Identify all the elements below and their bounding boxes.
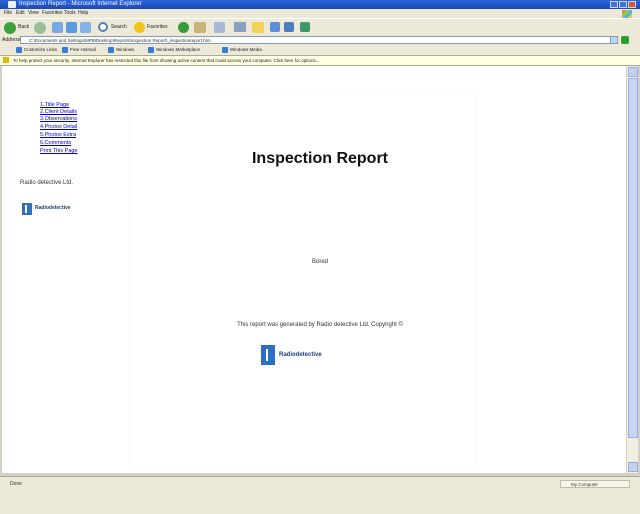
- report-logo: Radiodetective: [261, 345, 341, 367]
- link-icon: [62, 47, 68, 53]
- title-bar: Inspection Report - Microsoft Internet E…: [0, 0, 640, 9]
- scroll-up-arrow-icon[interactable]: [628, 67, 638, 77]
- scrollbar-thumb[interactable]: [628, 78, 638, 438]
- link-icon: [108, 47, 114, 53]
- logo-mark-icon: [261, 345, 275, 365]
- zone-label: My Computer: [571, 482, 599, 487]
- folder-icon[interactable]: [252, 22, 264, 33]
- nav-link-photos-extra[interactable]: 5.Photos Extra: [40, 132, 76, 139]
- edit-icon[interactable]: [270, 22, 280, 32]
- forward-arrow-icon[interactable]: [34, 22, 46, 34]
- standard-toolbar: Back Search Favorites: [0, 18, 640, 36]
- menu-help[interactable]: Help: [78, 9, 88, 18]
- favorites-label[interactable]: Favorites: [147, 21, 168, 34]
- menu-bar: File Edit View Favorites Tools Help: [0, 9, 640, 18]
- menu-tools[interactable]: Tools: [64, 9, 76, 18]
- maximize-button[interactable]: [619, 1, 627, 8]
- nav-link-client-details[interactable]: 2.Client Details: [40, 109, 77, 116]
- research-icon[interactable]: [300, 22, 310, 32]
- mail-icon[interactable]: [214, 22, 225, 33]
- status-bar: Done My Computer: [0, 476, 640, 514]
- link-windows[interactable]: Windows: [116, 45, 134, 55]
- status-text: Done: [10, 481, 22, 487]
- vertical-scrollbar[interactable]: [626, 66, 638, 473]
- link-icon: [16, 47, 22, 53]
- link-media[interactable]: Windows Media: [230, 45, 262, 55]
- print-icon[interactable]: [234, 22, 246, 32]
- link-customize[interactable]: Customize Links: [24, 45, 57, 55]
- shield-warning-icon: [3, 57, 9, 63]
- logo-text: Radiodetective: [35, 205, 71, 211]
- windows-logo-icon: [622, 10, 632, 18]
- information-bar[interactable]: To help protect your security, Internet …: [0, 56, 640, 66]
- link-icon: [148, 47, 154, 53]
- link-icon: [222, 47, 228, 53]
- media-icon[interactable]: [178, 22, 189, 33]
- information-bar-text[interactable]: To help protect your security, Internet …: [13, 56, 320, 65]
- link-hotmail[interactable]: Free Hotmail: [70, 45, 96, 55]
- copyright-text: This report was generated by Radio detec…: [237, 322, 403, 328]
- scroll-down-arrow-icon[interactable]: [628, 462, 638, 472]
- search-label[interactable]: Search: [111, 21, 127, 34]
- history-icon[interactable]: [194, 22, 206, 33]
- client-name: Bored: [311, 259, 328, 265]
- sidebar-logo: Radiodetective: [22, 203, 82, 216]
- address-bar: Address C:\Documents and Settings\MPB\De…: [0, 35, 640, 45]
- back-arrow-icon[interactable]: [4, 22, 16, 34]
- page-title: Inspection Report: [251, 150, 388, 167]
- links-bar: Customize Links Free Hotmail Windows Win…: [0, 45, 640, 56]
- logo-text: Radiodetective: [279, 352, 322, 358]
- stop-icon[interactable]: [52, 22, 63, 33]
- go-button[interactable]: [621, 36, 629, 44]
- security-zone: My Computer: [560, 480, 630, 488]
- close-button[interactable]: [628, 1, 636, 8]
- messenger-icon[interactable]: [284, 22, 294, 32]
- nav-link-comments[interactable]: 6.Comments: [40, 140, 71, 147]
- nav-link-title-page[interactable]: 1.Title Page: [40, 102, 69, 109]
- address-label: Address: [2, 37, 21, 43]
- nav-link-photos-detail[interactable]: 4.Photos Detail: [40, 124, 77, 131]
- link-marketplace[interactable]: Windows Marketplace: [156, 45, 200, 55]
- menu-view[interactable]: View: [28, 9, 39, 18]
- menu-file[interactable]: File: [4, 9, 12, 18]
- minimize-button[interactable]: [610, 1, 618, 8]
- nav-link-observations[interactable]: 3.Observations: [40, 116, 77, 123]
- favorites-star-icon[interactable]: [134, 22, 145, 33]
- address-input[interactable]: C:\Documents and Settings\MPB\Desktop\Re…: [20, 36, 612, 44]
- home-icon[interactable]: [80, 22, 91, 33]
- address-dropdown-icon[interactable]: [610, 36, 618, 44]
- back-label[interactable]: Back: [18, 21, 29, 34]
- menu-edit[interactable]: Edit: [16, 9, 25, 18]
- window-title: Inspection Report - Microsoft Internet E…: [19, 1, 142, 7]
- ie-icon: [8, 1, 16, 8]
- company-name: Radio detective Ltd.: [20, 180, 74, 186]
- menu-favorites[interactable]: Favorites: [42, 9, 63, 18]
- search-icon[interactable]: [98, 22, 108, 32]
- logo-mark-icon: [22, 203, 32, 215]
- refresh-icon[interactable]: [66, 22, 77, 33]
